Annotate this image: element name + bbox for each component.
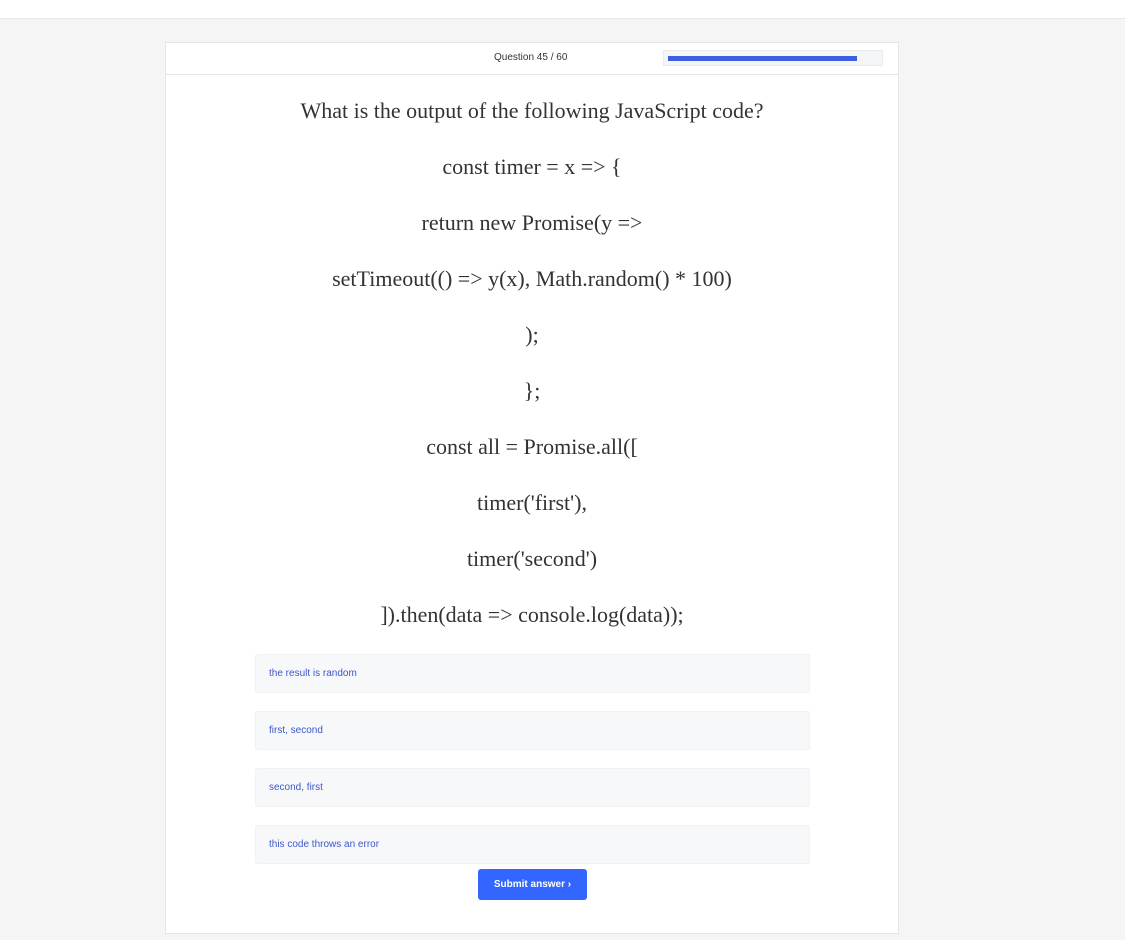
submit-answer-button[interactable]: Submit answer › [478, 869, 587, 900]
question-line: ); [525, 322, 539, 347]
quiz-card: Question 45 / 60 What is the output of t… [165, 42, 899, 934]
quiz-header: Question 45 / 60 [166, 43, 898, 75]
question-line: timer('second') [466, 546, 598, 571]
progress-bar-fill [668, 56, 857, 61]
question-line: return new Promise(y => [421, 210, 643, 235]
answer-option-first-second[interactable]: first, second [255, 711, 810, 750]
question-line: ]).then(data => console.log(data)); [380, 602, 684, 627]
question-line: const timer = x => { [442, 154, 622, 179]
question-line: const all = Promise.all([ [426, 434, 638, 459]
question-line: setTimeout(() => y(x), Math.random() * 1… [332, 266, 732, 291]
answer-options: the result is random first, second secon… [255, 654, 810, 882]
question-line: }; [523, 378, 541, 403]
answer-option-throws-error[interactable]: this code throws an error [255, 825, 810, 864]
progress-bar [663, 50, 883, 66]
top-bar [0, 0, 1125, 19]
answer-option-second-first[interactable]: second, first [255, 768, 810, 807]
question-counter: Question 45 / 60 [494, 52, 568, 63]
question-line: What is the output of the following Java… [300, 98, 764, 123]
answer-option-result-is-random[interactable]: the result is random [255, 654, 810, 693]
question-line: timer('first'), [477, 490, 587, 515]
question-text: What is the output of the following Java… [166, 83, 898, 643]
